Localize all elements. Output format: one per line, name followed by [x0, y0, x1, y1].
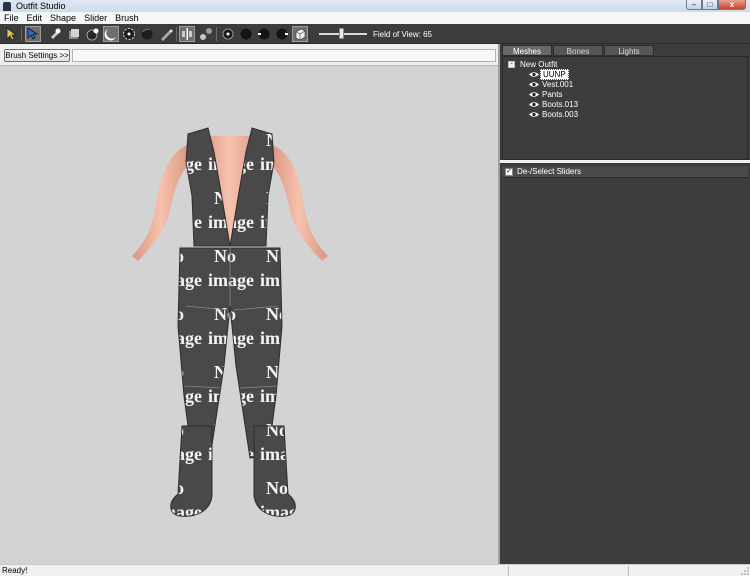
mesh-label: Boots.003 [542, 109, 579, 119]
collapse-toggle[interactable]: - [508, 60, 515, 68]
fov-label: Field of View: 65 [373, 30, 432, 39]
window-controls: – □ x [686, 0, 746, 10]
mesh-label: Boots.013 [542, 99, 579, 109]
outfit-model: No image [132, 127, 328, 517]
menu-bar: File Edit Shape Slider Brush [0, 12, 750, 24]
brush-inflate-icon[interactable] [47, 26, 63, 42]
mesh-label: Vest.001 [542, 79, 574, 89]
mesh-label: UUNP [540, 68, 569, 80]
tab-bones[interactable]: Bones [553, 45, 603, 56]
window-title: Outfit Studio [16, 1, 66, 11]
minimize-button[interactable]: – [686, 0, 702, 10]
brush-settings-button[interactable]: Brush Settings >> [4, 49, 70, 62]
mesh-item-uunp[interactable]: UUNP [503, 68, 747, 80]
brush-smooth-icon[interactable] [103, 26, 119, 42]
3d-viewport[interactable]: No image [0, 66, 498, 564]
resize-grip-icon[interactable] [741, 567, 749, 575]
title-bar: Outfit Studio – □ x [0, 0, 750, 12]
sliders-header: ✓ De-/Select Sliders [502, 166, 748, 178]
panel-tabs: Meshes Bones Lights [502, 45, 655, 56]
mesh-item-vest[interactable]: Vest.001 [503, 79, 747, 89]
eye-icon[interactable] [529, 71, 539, 78]
toolbar-separator [216, 27, 217, 41]
eye-icon[interactable] [529, 101, 539, 108]
status-text: Ready! [2, 566, 28, 575]
menu-edit[interactable]: Edit [23, 13, 47, 23]
brush-mask-icon[interactable] [121, 26, 137, 42]
brush-weight-icon[interactable] [158, 26, 174, 42]
toolbar-separator [21, 27, 22, 41]
close-button[interactable]: x [718, 0, 746, 10]
brush-deflate-icon[interactable] [66, 26, 82, 42]
eye-icon[interactable] [529, 91, 539, 98]
tree-root-label: New Outfit [520, 59, 558, 69]
sliders-header-label: De-/Select Sliders [517, 167, 582, 176]
slider-list [502, 179, 748, 563]
toggle-mirror-icon[interactable] [179, 26, 195, 42]
menu-shape[interactable]: Shape [46, 13, 80, 23]
view-back-icon[interactable] [238, 26, 254, 42]
brush-settings-field [72, 49, 496, 62]
tree-root-row[interactable]: - New Outfit [503, 59, 747, 69]
mesh-label: Pants [542, 89, 563, 99]
tab-meshes[interactable]: Meshes [502, 45, 552, 56]
select-sliders-checkbox[interactable]: ✓ [505, 167, 513, 176]
menu-file[interactable]: File [0, 13, 23, 23]
toggle-connected-icon[interactable] [198, 26, 214, 42]
status-bar: Ready! [0, 564, 750, 576]
select-tool-icon[interactable] [3, 26, 19, 42]
right-panel: Meshes Bones Lights - New Outfit UUNP Ve… [500, 44, 750, 564]
mesh-item-boots-003[interactable]: Boots.003 [503, 109, 747, 119]
eye-icon[interactable] [529, 81, 539, 88]
move-tool-icon[interactable] [25, 26, 41, 42]
app-icon [3, 1, 11, 11]
eye-icon[interactable] [529, 111, 539, 118]
toolbar-separator [176, 27, 177, 41]
mesh-item-boots-013[interactable]: Boots.013 [503, 99, 747, 109]
status-divider [628, 566, 629, 576]
view-front-icon[interactable] [220, 26, 236, 42]
brush-unmask-icon[interactable] [139, 26, 155, 42]
mesh-item-pants[interactable]: Pants [503, 89, 747, 99]
brush-settings-strip: Brush Settings >> [0, 44, 498, 66]
view-left-icon[interactable] [256, 26, 272, 42]
left-panel: Brush Settings >> No image [0, 44, 500, 564]
view-right-icon[interactable] [274, 26, 290, 42]
tab-lights[interactable]: Lights [604, 45, 654, 56]
perspective-toggle-icon[interactable] [292, 26, 308, 42]
mesh-tree: - New Outfit UUNP Vest.001 Pants Boots.0… [502, 56, 748, 160]
menu-brush[interactable]: Brush [111, 13, 143, 23]
maximize-button[interactable]: □ [702, 0, 718, 10]
panel-splitter[interactable] [500, 160, 750, 163]
brush-move-icon[interactable] [85, 26, 101, 42]
status-divider [508, 566, 509, 576]
menu-slider[interactable]: Slider [80, 13, 111, 23]
fov-slider-thumb[interactable] [339, 28, 344, 39]
